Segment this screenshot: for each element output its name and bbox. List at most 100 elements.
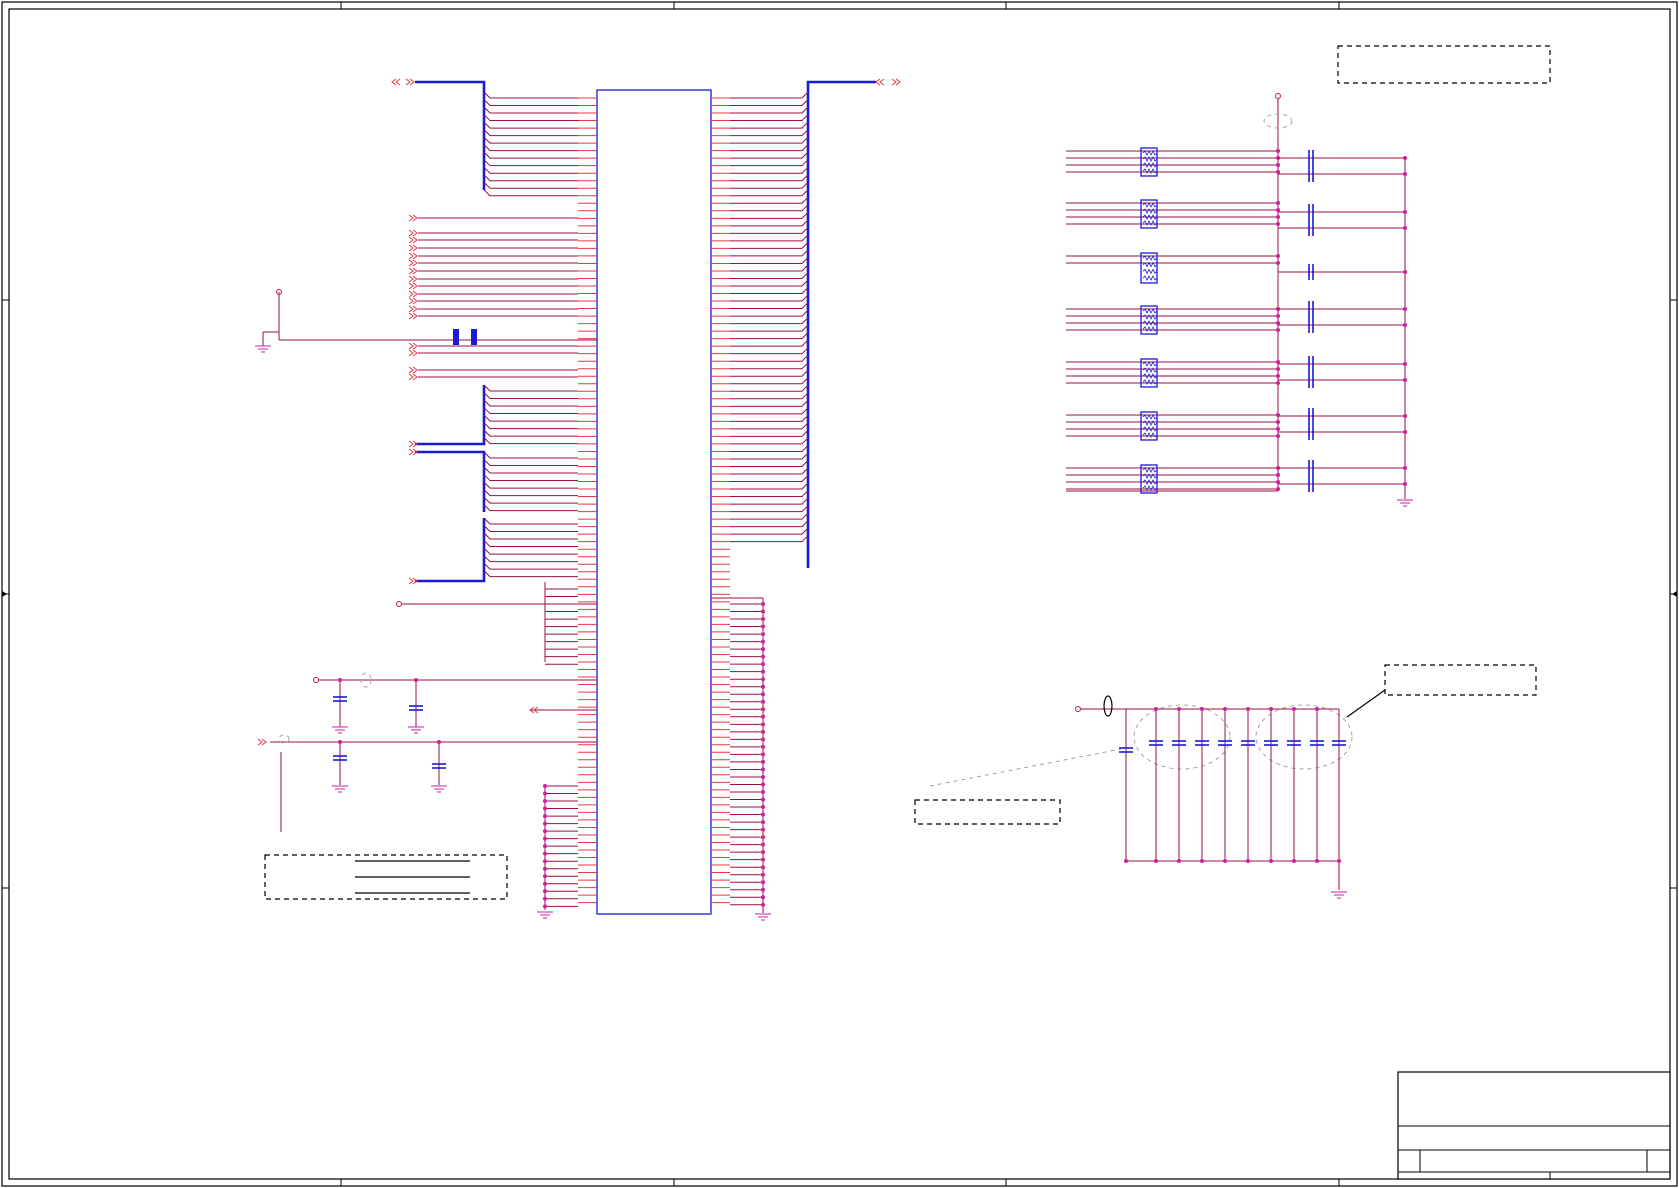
junction-dot bbox=[543, 836, 547, 841]
bus-breakout-wire bbox=[483, 422, 578, 430]
bus-breakout-wire bbox=[730, 369, 809, 377]
junction-dot bbox=[1315, 707, 1319, 711]
junction-dot bbox=[1403, 172, 1407, 176]
junction-dot bbox=[1276, 163, 1280, 167]
bus-breakout-wire bbox=[730, 475, 809, 483]
bus-breakout-wire bbox=[730, 354, 809, 362]
offpage-connector-icon bbox=[891, 78, 901, 86]
bus-breakout-wire bbox=[483, 106, 578, 114]
offpage-connector-icon bbox=[408, 342, 418, 350]
junction-dot bbox=[1403, 466, 1407, 470]
bus-breakout-wire bbox=[730, 249, 809, 257]
main-ic-body bbox=[596, 89, 712, 915]
bus-breakout-wire bbox=[730, 294, 809, 302]
bus-breakout-wire bbox=[483, 114, 578, 122]
bus-breakout-wire bbox=[730, 437, 809, 445]
bus-breakout-wire bbox=[483, 504, 578, 512]
bus-breakout-wire bbox=[730, 309, 809, 317]
junction-dot bbox=[761, 699, 765, 704]
offpage-connector-icon bbox=[408, 229, 418, 237]
junction-dot bbox=[761, 639, 765, 644]
bus-breakout-wire bbox=[730, 460, 809, 467]
junction-dot bbox=[1337, 859, 1341, 863]
junction-dot bbox=[1292, 859, 1296, 863]
bus-breakout-wire bbox=[730, 384, 809, 392]
sheet-outer-border bbox=[1, 1, 1678, 1187]
zone-tick-marks bbox=[2, 2, 1677, 1186]
vref-net bbox=[396, 582, 597, 662]
junction-dot bbox=[761, 880, 765, 885]
junction-dot bbox=[1403, 362, 1407, 366]
junction-dot bbox=[543, 784, 547, 788]
bus-breakout-wire bbox=[483, 166, 578, 174]
bus-breakout-wire bbox=[483, 429, 578, 437]
bus-breakout-wire bbox=[730, 317, 809, 325]
bus-breakout-wire bbox=[730, 227, 809, 234]
bus-breakout-wire bbox=[483, 392, 578, 400]
bus-breakout-wire bbox=[730, 287, 809, 295]
bus-breakout-wire bbox=[730, 144, 809, 152]
junction-dot bbox=[1276, 381, 1280, 385]
junction-dot bbox=[543, 799, 547, 804]
junction-dot bbox=[761, 624, 765, 629]
offpage-connector-icon bbox=[408, 275, 418, 283]
bus-breakout-wire bbox=[483, 174, 578, 182]
junction-dot bbox=[761, 692, 765, 697]
junction-dot bbox=[543, 829, 547, 834]
junction-dot bbox=[1200, 859, 1204, 863]
note-box-top-right bbox=[1337, 45, 1551, 84]
rn-power-rail bbox=[1263, 93, 1406, 499]
bus-breakout-wire bbox=[730, 181, 809, 189]
junction-dot bbox=[543, 889, 547, 894]
bus-breakout-wire bbox=[730, 279, 809, 287]
bus-breakout-wire bbox=[730, 392, 809, 400]
offpage-connector-icon bbox=[408, 267, 418, 275]
junction-dot bbox=[437, 740, 441, 744]
schematic-canvas bbox=[1, 1, 1678, 1187]
junction-dot bbox=[761, 827, 765, 832]
bus-breakout-wire bbox=[483, 407, 578, 415]
junction-dot bbox=[761, 617, 765, 622]
junction-dot bbox=[1246, 859, 1250, 863]
top-left-bus bbox=[415, 80, 486, 190]
junction-dot bbox=[543, 866, 547, 871]
bus-breakout-wire bbox=[483, 151, 578, 159]
junction-dot bbox=[1403, 414, 1407, 418]
junction-dot bbox=[1269, 859, 1273, 863]
junction-dot bbox=[761, 684, 765, 689]
junction-dot bbox=[761, 774, 765, 779]
bus-breakout-wire bbox=[483, 129, 578, 137]
junction-dot bbox=[1276, 215, 1280, 219]
bus-breakout-wire bbox=[483, 189, 578, 197]
bus-breakout-wire bbox=[730, 490, 809, 498]
bus-breakout-wire bbox=[730, 129, 809, 137]
offpage-connector-icon bbox=[408, 290, 418, 298]
junction-dot bbox=[1276, 367, 1280, 371]
offpage-connector-icon bbox=[408, 349, 418, 357]
junction-dot bbox=[543, 896, 547, 901]
junction-dot bbox=[761, 609, 765, 614]
bus-breakout-wire bbox=[483, 540, 578, 548]
junction-dot bbox=[1200, 707, 1204, 711]
ground-symbol-icon bbox=[332, 785, 348, 793]
bus-breakout-wire bbox=[730, 339, 809, 347]
bus-breakout-wire bbox=[730, 121, 809, 129]
junction-dot bbox=[1403, 482, 1407, 486]
bus-breakout-wire bbox=[483, 547, 578, 555]
junction-dot bbox=[761, 707, 765, 712]
bus-breakout-wire bbox=[730, 219, 809, 227]
junction-dot bbox=[1276, 420, 1280, 424]
junction-dot bbox=[1276, 261, 1280, 265]
junction-dot bbox=[1403, 430, 1407, 434]
bus-breakout-wire bbox=[483, 481, 578, 489]
schematic-sheet bbox=[0, 0, 1679, 1188]
junction-dot bbox=[1276, 321, 1280, 325]
junction-dot bbox=[1177, 707, 1181, 711]
bus-breakout-wire bbox=[730, 324, 809, 332]
junction-dot bbox=[761, 850, 765, 855]
junction-dot bbox=[543, 881, 547, 886]
bus-breakout-wire bbox=[730, 302, 809, 310]
bus-breakout-wire bbox=[730, 99, 809, 107]
junction-dot bbox=[1403, 156, 1407, 160]
ground-symbol-icon bbox=[332, 726, 348, 734]
